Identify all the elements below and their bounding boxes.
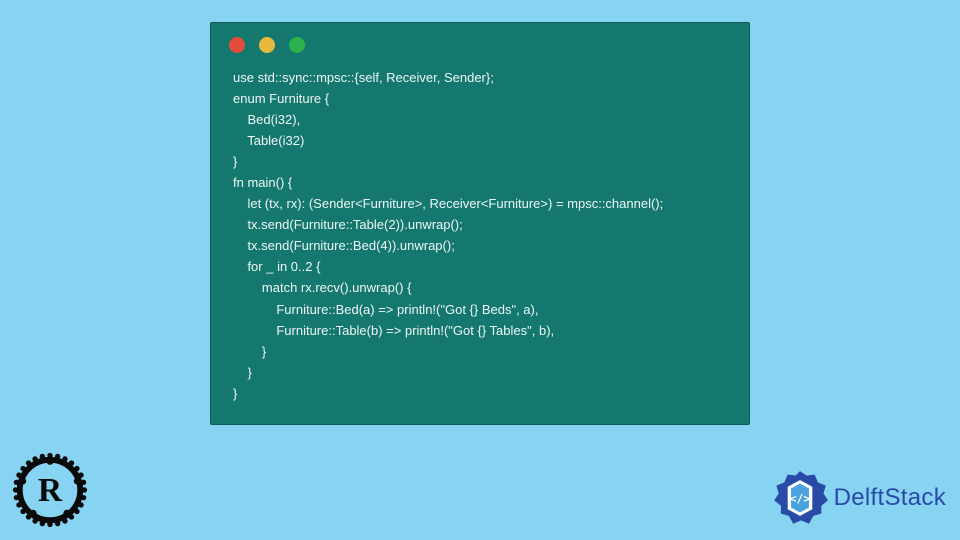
- window-traffic-lights: [211, 23, 749, 63]
- delftstack-wordmark: DelftStack: [834, 484, 946, 512]
- svg-text:</>: </>: [790, 492, 810, 505]
- delftstack-logo: </> DelftStack: [772, 470, 946, 526]
- svg-text:R: R: [38, 472, 63, 509]
- traffic-light-close-icon: [229, 37, 245, 53]
- code-block: use std::sync::mpsc::{self, Receiver, Se…: [211, 63, 749, 410]
- rust-logo-icon: R: [8, 448, 92, 532]
- code-window: use std::sync::mpsc::{self, Receiver, Se…: [210, 22, 750, 425]
- traffic-light-minimize-icon: [259, 37, 275, 53]
- traffic-light-zoom-icon: [289, 37, 305, 53]
- delftstack-badge-icon: </>: [772, 470, 828, 526]
